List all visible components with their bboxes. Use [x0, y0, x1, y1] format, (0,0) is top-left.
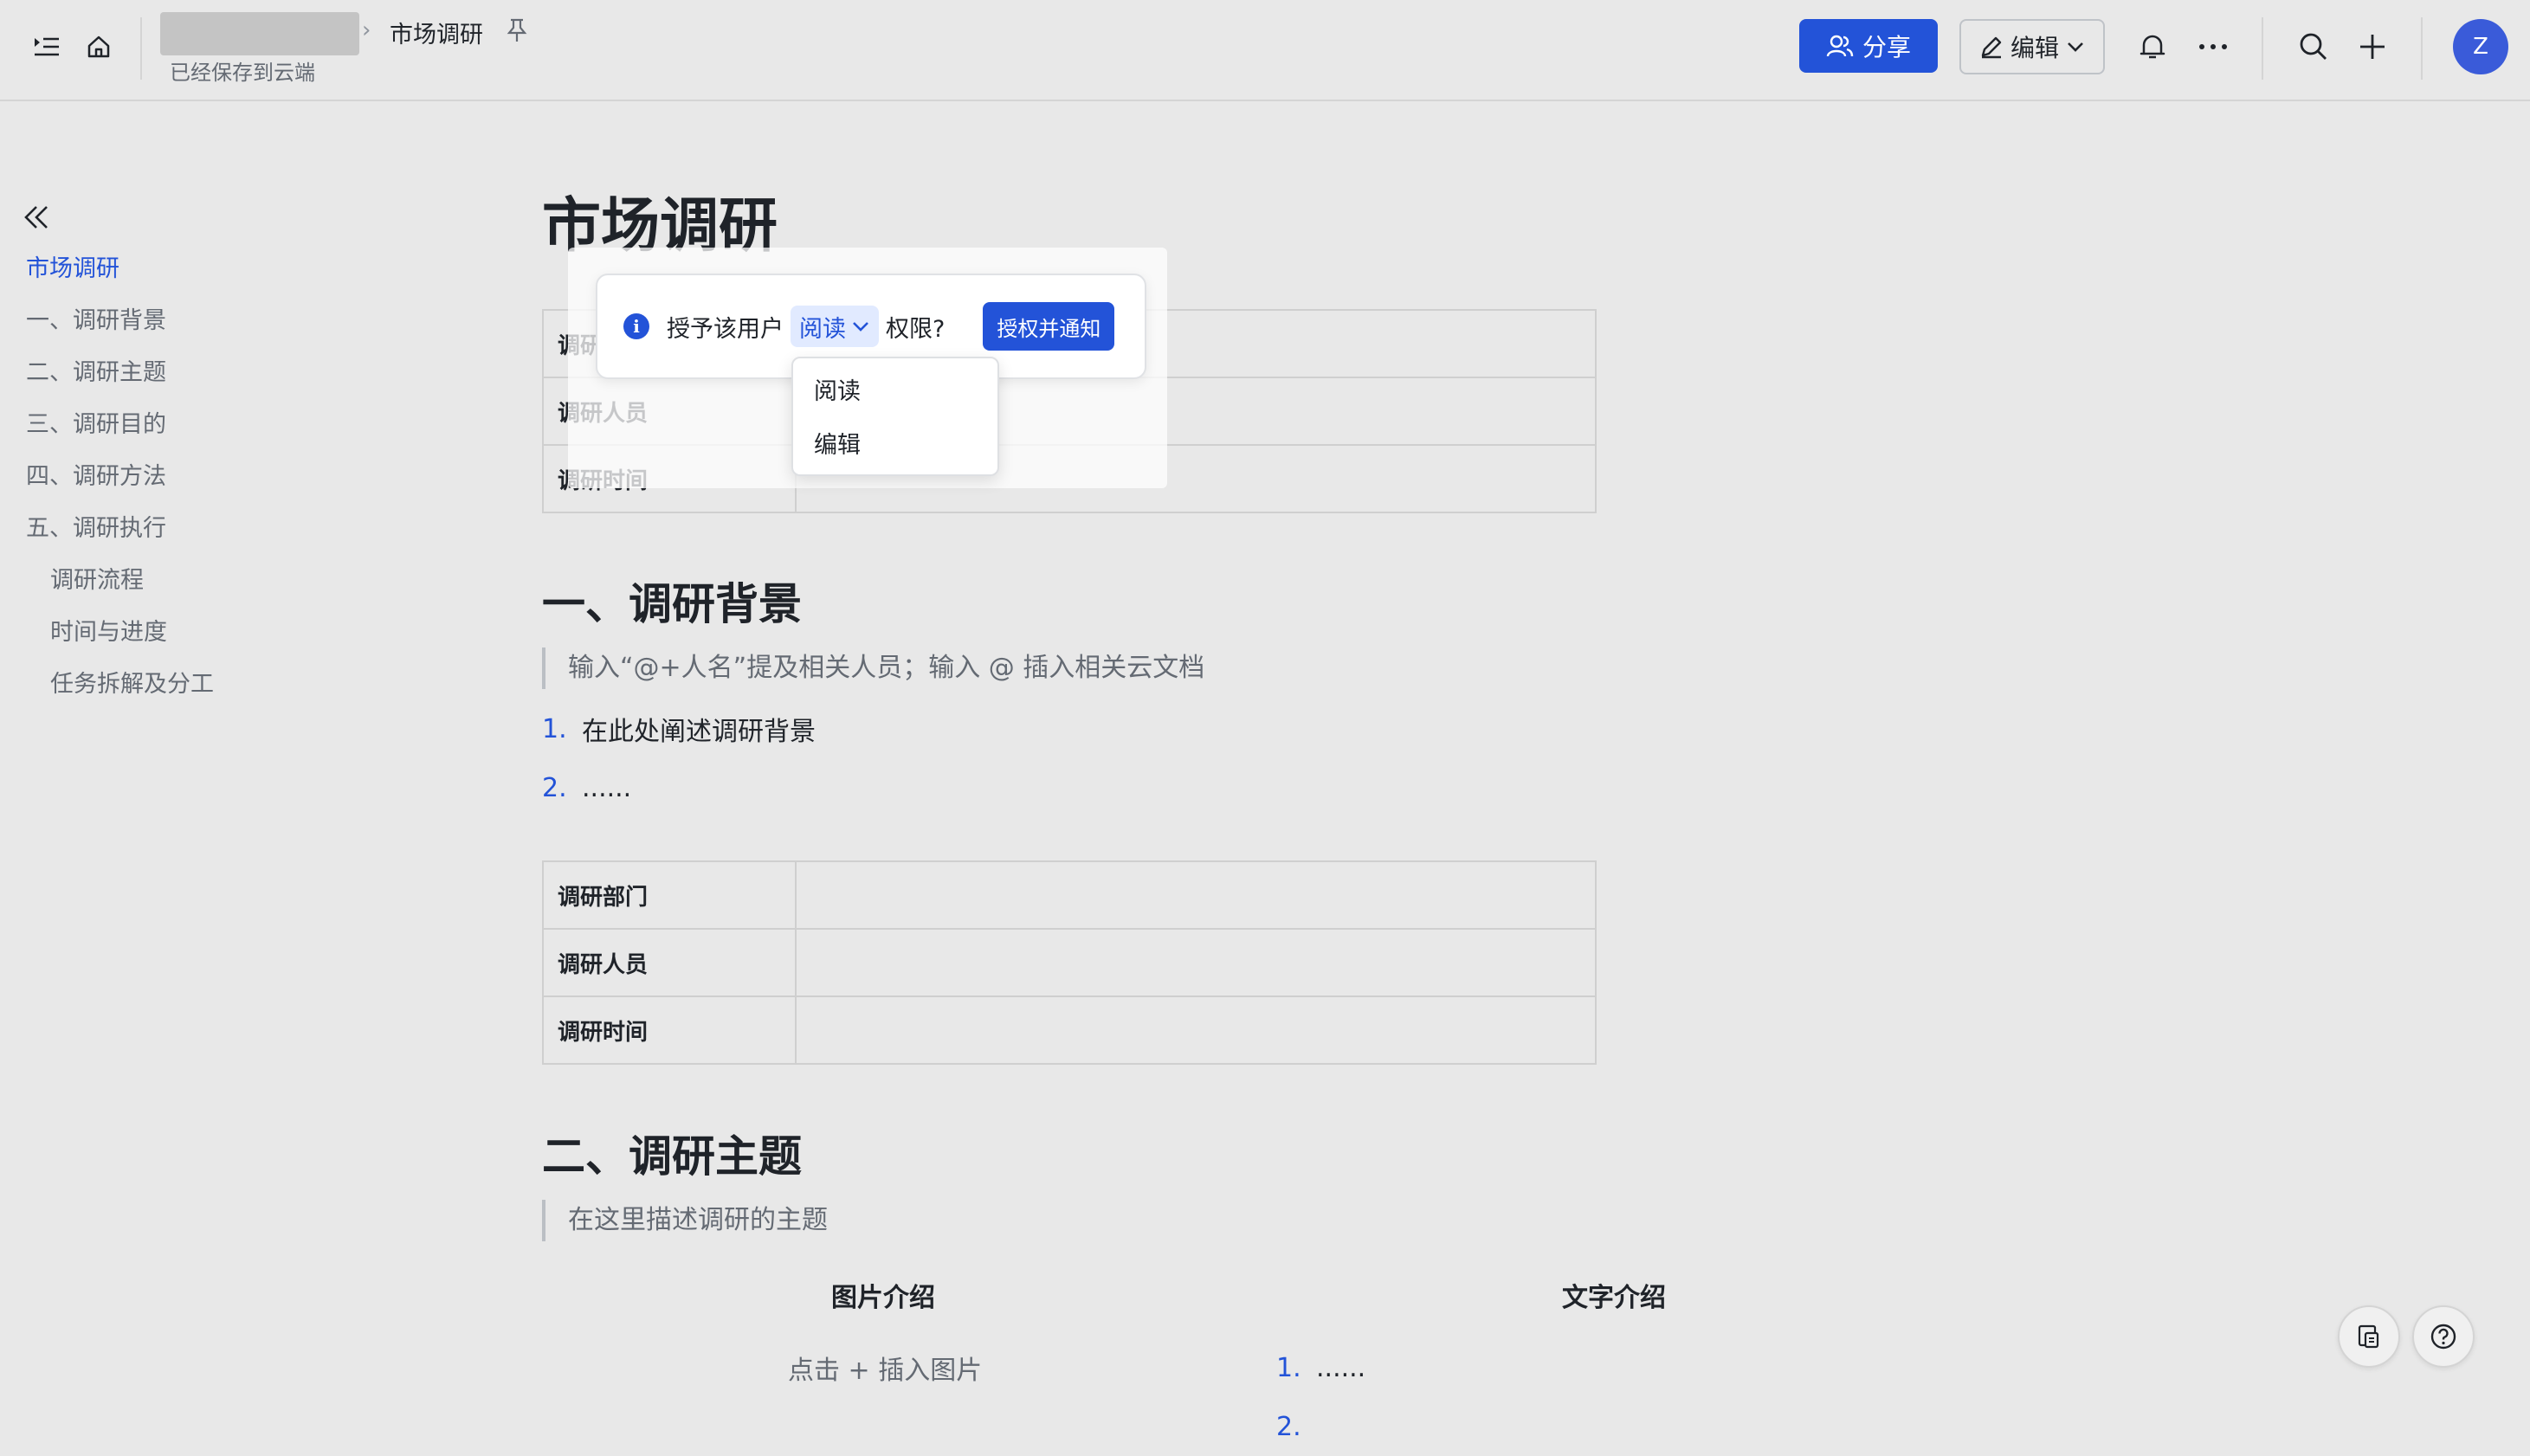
insert-image-hint[interactable]: 点击 + 插入图片 — [788, 1349, 982, 1387]
chevron-down-icon — [2068, 42, 2083, 52]
home-icon[interactable] — [78, 26, 119, 68]
ordered-list: 1....... 2. — [1276, 1338, 1365, 1456]
column-title-text: 文字介绍 — [1562, 1283, 1666, 1313]
more-icon[interactable] — [2192, 26, 2234, 68]
list-number: 2. — [542, 772, 567, 803]
plus-icon[interactable] — [2352, 26, 2393, 68]
document-outline: 市场调研 一、调研背景 二、调研主题 三、调研目的 四、调研方法 五、调研执行 … — [26, 251, 390, 718]
search-icon[interactable] — [2293, 26, 2334, 68]
save-status: 已经保存到云端 — [170, 61, 315, 85]
edit-label: 编辑 — [2010, 34, 2059, 62]
dropdown-option-read[interactable]: 阅读 — [793, 365, 997, 419]
table-cell-key[interactable]: 调研时间 — [542, 995, 797, 1065]
list-number: 1. — [542, 713, 567, 744]
divider — [140, 17, 142, 80]
document-info-icon[interactable] — [2338, 1305, 2400, 1368]
column-title-image: 图片介绍 — [831, 1283, 935, 1313]
bell-icon[interactable] — [2132, 26, 2173, 68]
permission-prompt-prefix: 授予该用户 — [667, 315, 784, 343]
outline-item-execution[interactable]: 五、调研执行 — [26, 511, 390, 563]
outline-item-purpose[interactable]: 三、调研目的 — [26, 407, 390, 459]
help-icon[interactable] — [2412, 1305, 2475, 1368]
chevron-down-icon — [853, 322, 868, 332]
table-row: 调研部门 — [542, 860, 1597, 930]
quote-block[interactable]: 在这里描述调研的主题 — [542, 1200, 828, 1241]
table-cell-value[interactable] — [795, 860, 1597, 930]
ordered-list: 1. 在此处阐述调研背景 2....... — [542, 699, 816, 817]
outline-item-background[interactable]: 一、调研背景 — [26, 303, 390, 355]
outline-item-topic[interactable]: 二、调研主题 — [26, 355, 390, 407]
share-button[interactable]: 分享 — [1799, 19, 1938, 73]
table-cell-value[interactable] — [795, 928, 1597, 997]
list-text: ...... — [582, 772, 632, 803]
section-heading[interactable]: 二、调研主题 — [542, 1122, 802, 1184]
outline-toggle-icon[interactable] — [26, 26, 68, 68]
pin-icon[interactable] — [506, 17, 528, 43]
breadcrumb-separator: › — [362, 17, 371, 43]
edit-mode-button[interactable]: 编辑 — [1959, 19, 2105, 74]
list-item[interactable]: 2. — [1276, 1397, 1365, 1456]
pencil-icon — [1981, 36, 2002, 59]
table-cell-value[interactable] — [795, 995, 1597, 1065]
outline-item-method[interactable]: 四、调研方法 — [26, 459, 390, 511]
divider — [2262, 17, 2263, 80]
list-item[interactable]: 1. 在此处阐述调研背景 — [542, 699, 816, 758]
avatar[interactable]: Z — [2453, 19, 2508, 74]
outline-item-title[interactable]: 市场调研 — [26, 251, 390, 303]
info-table: 调研部门 调研人员 调研时间 — [542, 860, 1597, 1065]
folder-path-blurred[interactable] — [160, 12, 359, 55]
list-number: 1. — [1276, 1352, 1301, 1383]
list-text: ...... — [1316, 1352, 1366, 1383]
table-row: 调研时间 — [542, 995, 1597, 1065]
outline-item-tasks[interactable]: 任务拆解及分工 — [26, 667, 390, 718]
table-row: 调研人员 — [542, 928, 1597, 997]
permission-dropdown: 阅读 编辑 — [791, 357, 999, 476]
collapse-outline-icon[interactable] — [23, 204, 50, 230]
permission-select[interactable]: 阅读 — [791, 306, 879, 347]
list-number: 2. — [1276, 1411, 1301, 1442]
share-label: 分享 — [1862, 33, 1911, 61]
permission-prompt-suffix: 权限? — [886, 315, 946, 343]
users-icon — [1826, 35, 1854, 57]
section-heading[interactable]: 一、调研背景 — [542, 570, 802, 632]
outline-item-schedule[interactable]: 时间与进度 — [26, 615, 390, 667]
breadcrumb-doc-title[interactable]: 市场调研 — [390, 16, 483, 49]
divider — [2421, 17, 2423, 80]
quote-block[interactable]: 输入“@+人名”提及相关人员；输入 @ 插入相关云文档 — [542, 647, 1204, 689]
table-cell-key[interactable]: 调研人员 — [542, 928, 797, 997]
grant-and-notify-button[interactable]: 授权并通知 — [983, 302, 1115, 351]
table-cell-key[interactable]: 调研部门 — [542, 860, 797, 930]
dropdown-option-edit[interactable]: 编辑 — [793, 419, 997, 473]
list-item[interactable]: 2....... — [542, 758, 816, 817]
list-text: 在此处阐述调研背景 — [582, 717, 816, 747]
info-icon: i — [623, 313, 649, 339]
list-item[interactable]: 1....... — [1276, 1338, 1365, 1397]
outline-item-process[interactable]: 调研流程 — [26, 563, 390, 615]
permission-selected-value: 阅读 — [799, 315, 846, 343]
